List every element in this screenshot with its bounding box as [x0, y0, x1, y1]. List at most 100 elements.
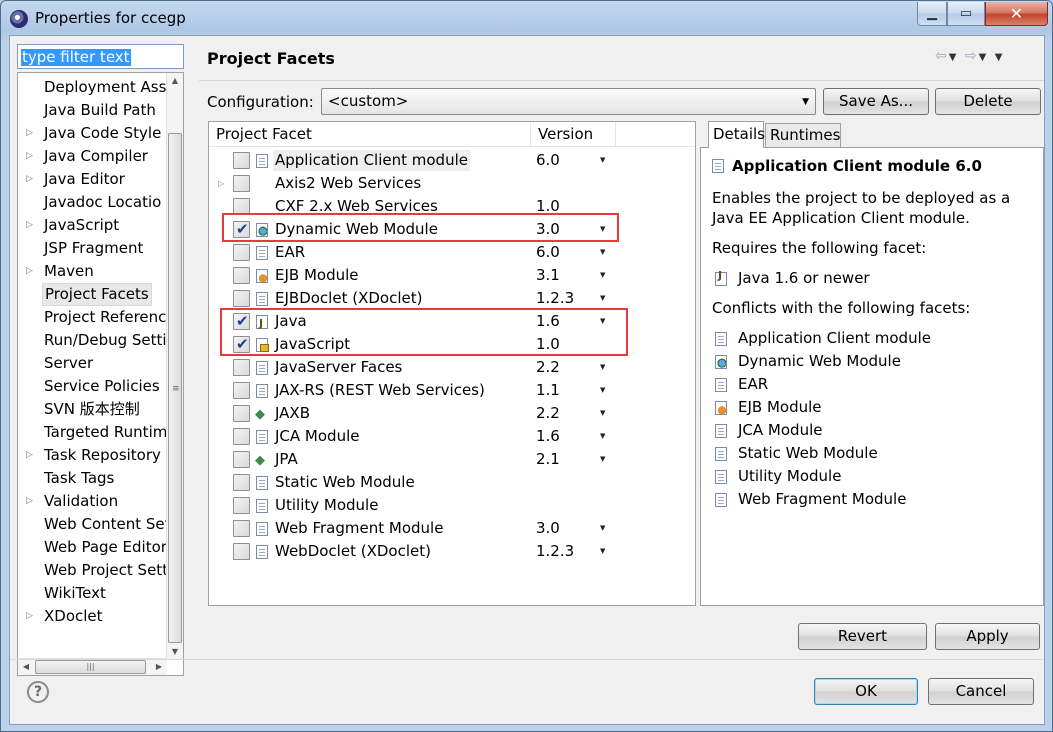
facet-checkbox[interactable] [233, 405, 250, 422]
table-row[interactable]: JPA 2.1 ▼ [209, 448, 695, 472]
tree-vertical-scrollbar[interactable]: ▲ ≡ ▼ [166, 73, 183, 660]
view-menu-icon[interactable]: ▼ [995, 52, 1005, 63]
facet-version[interactable]: 1.2.3 [536, 287, 574, 310]
version-dropdown-icon[interactable]: ▼ [600, 517, 605, 540]
version-dropdown-icon[interactable]: ▼ [600, 379, 605, 402]
table-row[interactable]: Static Web Module [209, 471, 695, 494]
expand-arrow-icon[interactable]: ▷ [26, 444, 33, 467]
facet-checkbox[interactable] [233, 428, 250, 445]
forward-arrow-icon[interactable]: ⇨ [965, 48, 979, 64]
maximize-button[interactable]: ▭ [947, 2, 985, 26]
expand-arrow-icon[interactable]: ▷ [26, 168, 33, 191]
scroll-up-icon[interactable]: ▲ [167, 73, 183, 89]
facet-version[interactable]: 6.0 [536, 241, 560, 264]
table-row[interactable]: Web Fragment Module 3.0 ▼ [209, 517, 695, 540]
version-dropdown-icon[interactable]: ▼ [600, 356, 605, 379]
facet-checkbox[interactable] [233, 382, 250, 399]
tree-item[interactable]: Web Content Set [18, 513, 171, 536]
configuration-select[interactable]: <custom> ▼ [321, 88, 816, 115]
facet-checkbox[interactable] [233, 451, 250, 468]
table-row[interactable]: Utility Module [209, 494, 695, 517]
facet-checkbox[interactable] [233, 520, 250, 537]
hscroll-thumb[interactable]: ||| [35, 660, 146, 674]
tree-item[interactable]: Run/Debug Setti [18, 329, 168, 352]
minimize-button[interactable]: ▁ [917, 2, 947, 26]
version-dropdown-icon[interactable]: ▼ [600, 448, 605, 471]
version-dropdown-icon[interactable]: ▼ [600, 287, 605, 310]
facet-checkbox[interactable] [233, 267, 250, 284]
apply-button[interactable]: Apply [935, 623, 1040, 650]
tree-item[interactable]: ▷ JavaScript [18, 214, 168, 237]
scroll-down-icon[interactable]: ▼ [167, 644, 183, 660]
save-as-button[interactable]: Save As... [823, 88, 929, 115]
tree-item[interactable]: ▷ Java Compiler [18, 145, 168, 168]
table-row[interactable]: JCA Module 1.6 ▼ [209, 425, 695, 448]
tree-item[interactable]: ▷ Maven [18, 260, 168, 283]
tree-item[interactable]: ▷ Java Editor [18, 168, 168, 191]
column-header-version[interactable]: Version [531, 122, 616, 147]
table-row[interactable]: EJB Module 3.1 ▼ [209, 264, 695, 287]
tree-item[interactable]: JSP Fragment [18, 237, 168, 260]
version-dropdown-icon[interactable]: ▼ [600, 241, 605, 264]
table-row[interactable]: EAR 6.0 ▼ [209, 241, 695, 264]
version-dropdown-icon[interactable]: ▼ [600, 540, 605, 563]
scroll-right-icon[interactable]: ▶ [151, 659, 167, 675]
scroll-thumb[interactable]: ≡ [168, 133, 182, 643]
facet-version[interactable]: 3.1 [536, 264, 560, 287]
facet-checkbox[interactable] [233, 359, 250, 376]
tree-item[interactable]: Targeted Runtim [18, 421, 168, 444]
tree-item[interactable]: ▷ Task Repository [18, 444, 168, 467]
expand-arrow-icon[interactable]: ▷ [26, 214, 33, 237]
facet-checkbox[interactable] [233, 175, 250, 192]
facet-checkbox[interactable] [233, 290, 250, 307]
facet-version[interactable]: 3.0 [536, 517, 560, 540]
back-arrow-icon[interactable]: ⇦ [935, 48, 949, 64]
version-dropdown-icon[interactable]: ▼ [600, 425, 605, 448]
back-menu-icon[interactable]: ▼ [949, 52, 959, 63]
close-button[interactable]: ✕ [985, 2, 1048, 26]
expand-arrow-icon[interactable]: ▷ [26, 145, 33, 168]
tree-item[interactable]: ▷ Validation [18, 490, 168, 513]
facet-version[interactable]: 2.2 [536, 402, 560, 425]
tab-details[interactable]: Details [708, 121, 765, 148]
tree-horizontal-scrollbar[interactable]: ◀ ||| ▶ [18, 658, 167, 675]
facet-version[interactable]: 2.1 [536, 448, 560, 471]
tree-item[interactable]: SVN 版本控制 [18, 398, 168, 421]
tree-item[interactable]: Service Policies [18, 375, 168, 398]
table-row[interactable]: JAX-RS (REST Web Services) 1.1 ▼ [209, 379, 695, 402]
facet-checkbox[interactable] [233, 244, 250, 261]
help-icon[interactable]: ? [27, 681, 49, 703]
facet-version[interactable]: 2.2 [536, 356, 560, 379]
table-row[interactable]: JAXB 2.2 ▼ [209, 402, 695, 426]
table-row[interactable]: WebDoclet (XDoclet) 1.2.3 ▼ [209, 540, 695, 563]
tree-item[interactable]: Server [18, 352, 168, 375]
tree-item[interactable]: Java Build Path [18, 99, 168, 122]
tree-item[interactable]: Project Referenc [18, 306, 168, 329]
facet-version[interactable]: 1.1 [536, 379, 560, 402]
tree-item[interactable]: Javadoc Locatio [18, 191, 168, 214]
table-row[interactable]: EJBDoclet (XDoclet) 1.2.3 ▼ [209, 287, 695, 310]
revert-button[interactable]: Revert [798, 623, 927, 650]
tree-item[interactable]: ▷ XDoclet [18, 605, 168, 628]
filter-input[interactable]: type filter text [17, 44, 184, 69]
facet-checkbox[interactable] [233, 474, 250, 491]
expand-arrow-icon[interactable]: ▷ [26, 260, 33, 283]
tree-item[interactable]: Web Page Editor [18, 536, 168, 559]
facets-table[interactable]: Project Facet Version Application Client… [208, 121, 696, 606]
scroll-left-icon[interactable]: ◀ [18, 659, 34, 675]
facet-version[interactable]: 1.2.3 [536, 540, 574, 563]
ok-button[interactable]: OK [814, 678, 918, 705]
table-row[interactable]: Application Client module 6.0 ▼ [209, 149, 695, 172]
tree-item[interactable]: WikiText [18, 582, 168, 605]
expand-arrow-icon[interactable]: ▷ [26, 605, 33, 628]
title-bar[interactable]: Properties for ccegp ▁ ▭ ✕ [1, 1, 1052, 35]
tree-item[interactable]: Deployment Asse [18, 76, 176, 99]
expand-arrow-icon[interactable]: ▷ [26, 490, 33, 513]
expand-arrow-icon[interactable]: ▷ [26, 122, 33, 145]
pane-sash[interactable] [194, 36, 198, 676]
facet-checkbox[interactable] [233, 152, 250, 169]
facet-version[interactable]: 1.6 [536, 425, 560, 448]
tree-item[interactable]: ▷ Java Code Style [18, 122, 168, 145]
tab-runtimes[interactable]: Runtimes [765, 123, 841, 147]
version-dropdown-icon[interactable]: ▼ [600, 149, 605, 172]
